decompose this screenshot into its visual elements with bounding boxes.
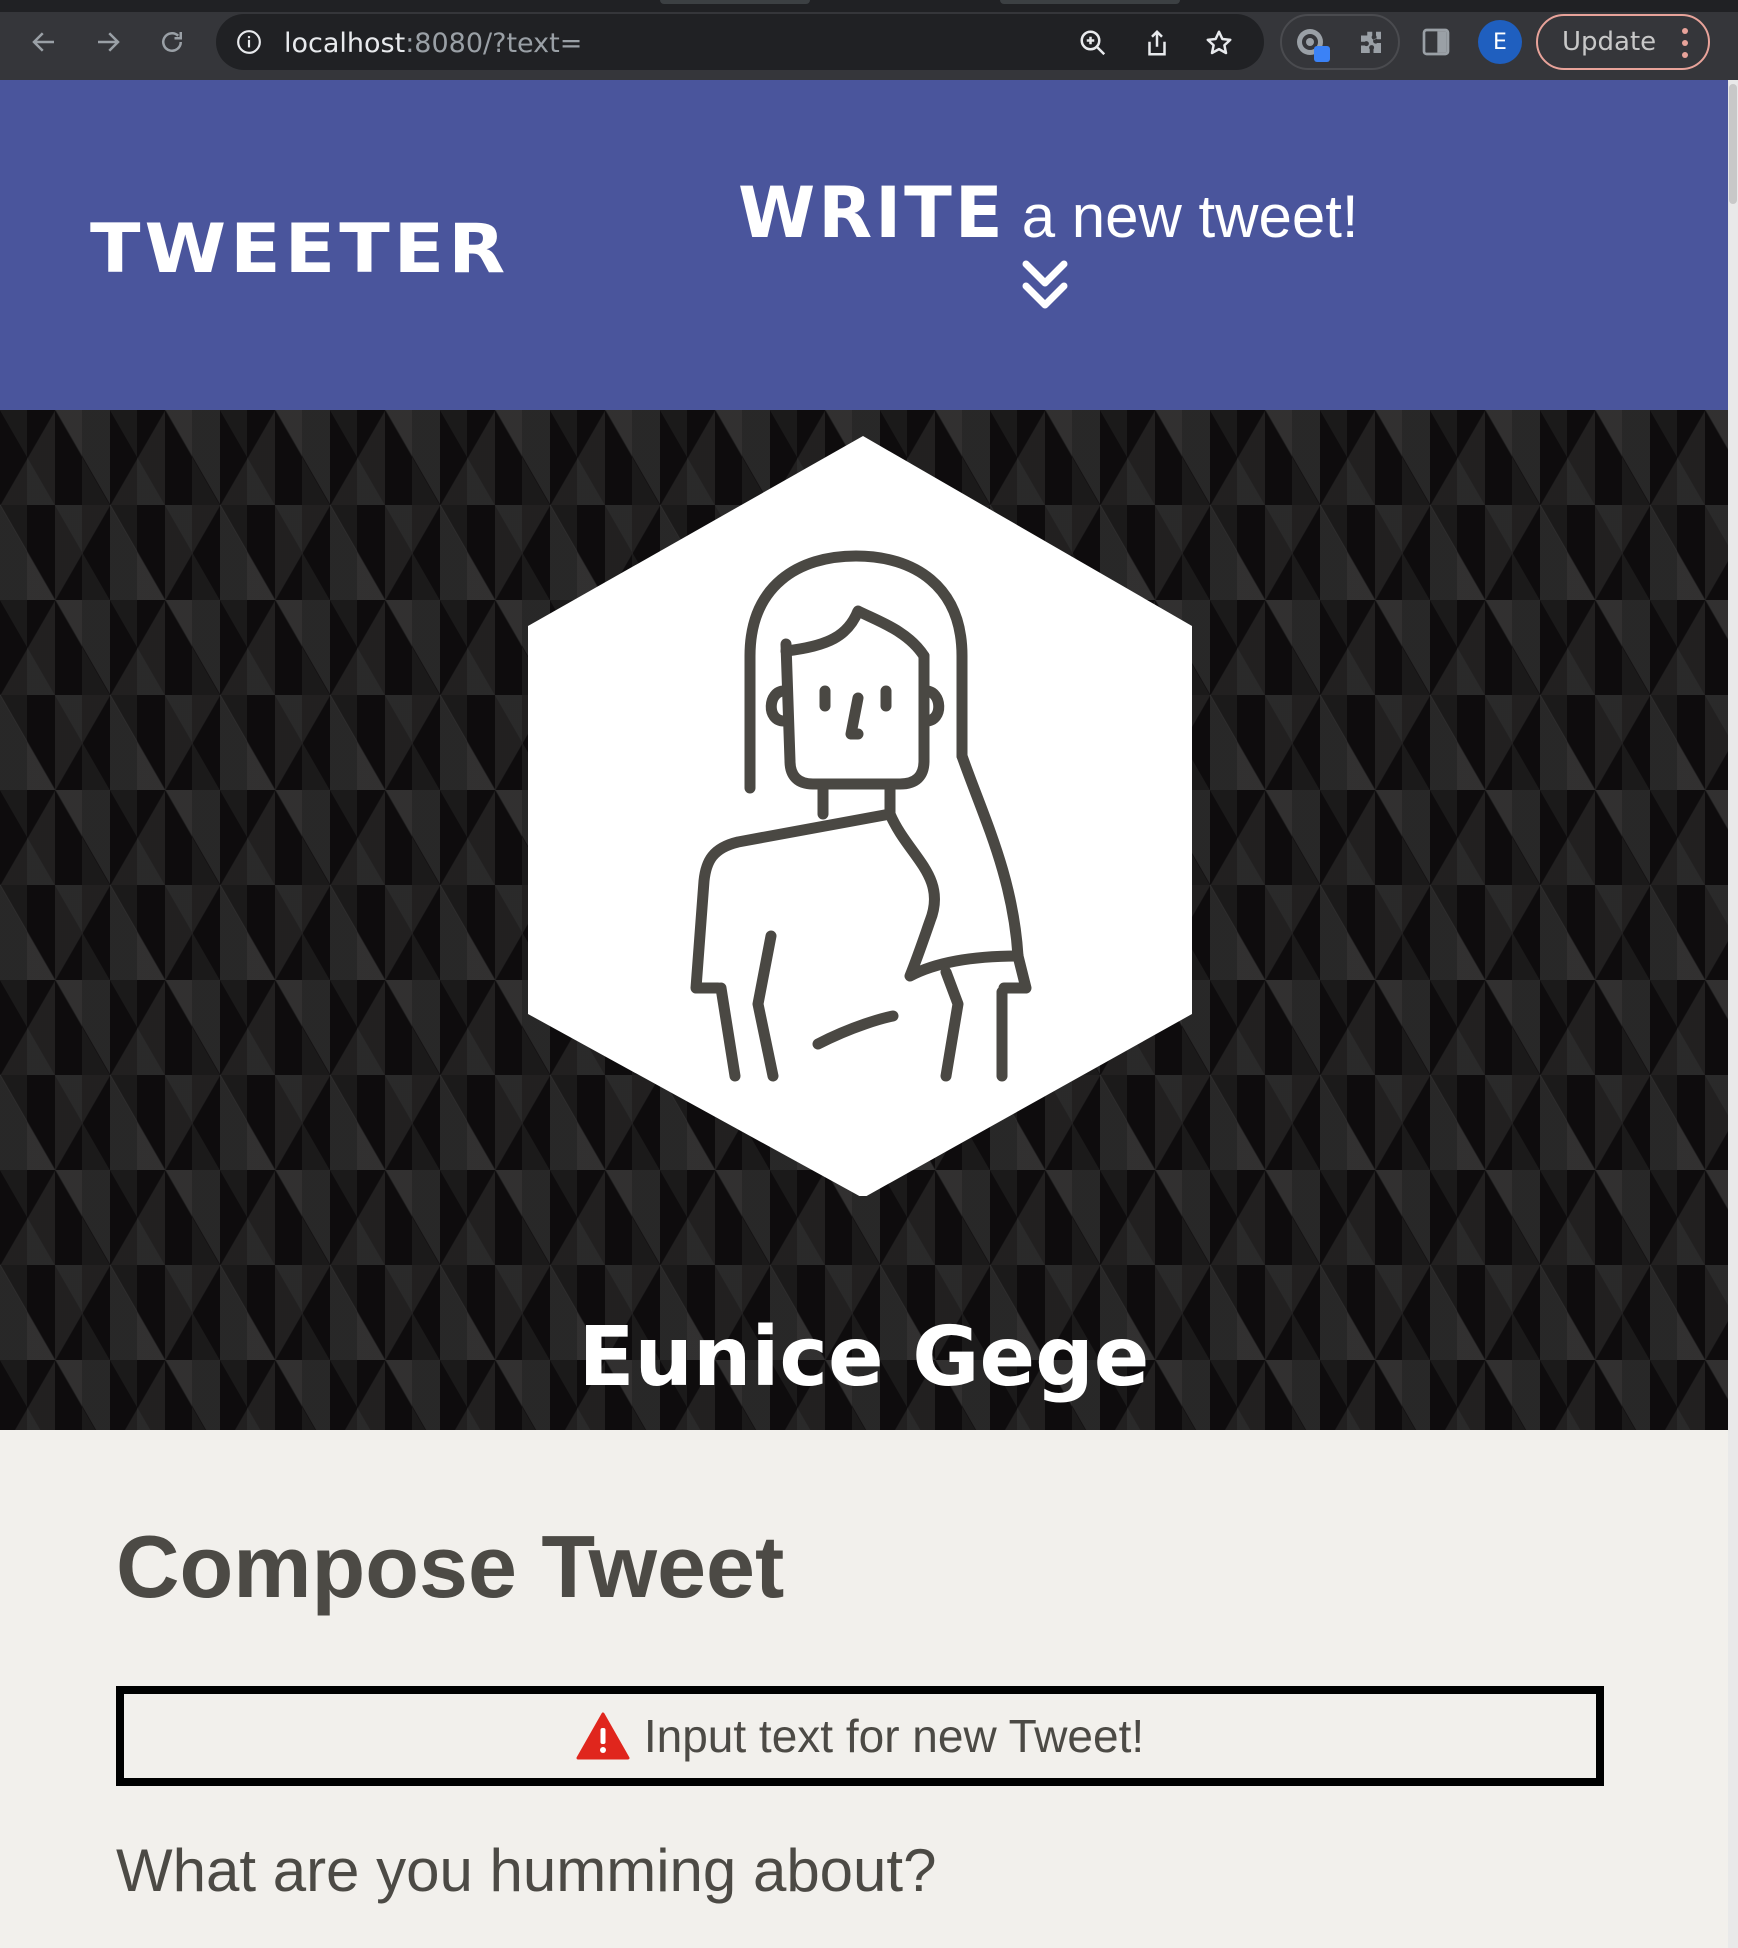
zoom-button[interactable]	[1076, 26, 1110, 60]
side-panel-icon[interactable]	[1420, 26, 1452, 58]
browser-toolbar: localhost:8080/?text= E Update	[0, 0, 1738, 80]
profile-banner: Eunice Gege	[0, 410, 1728, 1430]
tweet-prompt-label: What are you humming about?	[116, 1837, 937, 1904]
update-label: Update	[1562, 27, 1657, 57]
write-bold-label: WRITE	[738, 172, 1006, 254]
url-path: :8080/?text=	[405, 28, 583, 59]
error-message-box: Input text for new Tweet!	[116, 1686, 1604, 1786]
forward-button[interactable]	[88, 22, 128, 62]
zoom-icon	[1080, 30, 1106, 56]
update-button[interactable]: Update	[1536, 14, 1710, 70]
extension-icon[interactable]	[1292, 24, 1332, 64]
reload-button[interactable]	[152, 22, 192, 62]
url-text[interactable]: localhost:8080/?text=	[284, 28, 582, 59]
double-chevron-down-icon[interactable]	[1020, 258, 1070, 314]
bookmark-button[interactable]	[1202, 26, 1236, 60]
address-bar[interactable]: localhost:8080/?text=	[216, 14, 1264, 70]
warning-icon	[576, 1712, 630, 1760]
profile-avatar[interactable]: E	[1478, 20, 1522, 64]
page-scrollbar[interactable]	[1728, 80, 1738, 1948]
write-rest-label: a new tweet!	[1021, 183, 1359, 250]
back-arrow-icon	[32, 32, 54, 52]
profile-avatar-image	[528, 436, 1192, 1196]
page-viewport: TWEETER WRITE a new tweet! Eunice Gege C…	[0, 80, 1728, 1948]
site-logo[interactable]: TWEETER	[90, 209, 509, 288]
write-new-tweet-link[interactable]: WRITE a new tweet!	[738, 172, 1359, 254]
compose-section: Compose Tweet Input text for new Tweet! …	[0, 1430, 1728, 1948]
url-host: localhost	[284, 28, 406, 59]
reload-icon	[162, 32, 182, 52]
tab-strip	[0, 0, 1738, 12]
site-header: TWEETER WRITE a new tweet!	[0, 80, 1728, 410]
share-icon	[1148, 29, 1166, 56]
forward-arrow-icon	[98, 32, 120, 52]
compose-title: Compose Tweet	[116, 1517, 785, 1616]
site-info-icon[interactable]	[236, 29, 262, 55]
back-button[interactable]	[24, 22, 64, 62]
scrollbar-thumb[interactable]	[1729, 84, 1737, 204]
tab-hint[interactable]	[1000, 0, 1180, 4]
error-message-text: Input text for new Tweet!	[643, 1710, 1145, 1762]
more-menu-icon[interactable]	[1682, 28, 1688, 58]
puzzle-icon[interactable]	[1356, 28, 1386, 58]
tab-hint[interactable]	[660, 0, 810, 4]
extensions-group	[1280, 14, 1400, 70]
profile-name: Eunice Gege	[578, 1310, 1150, 1405]
share-button[interactable]	[1140, 26, 1174, 60]
star-icon	[1206, 30, 1232, 55]
